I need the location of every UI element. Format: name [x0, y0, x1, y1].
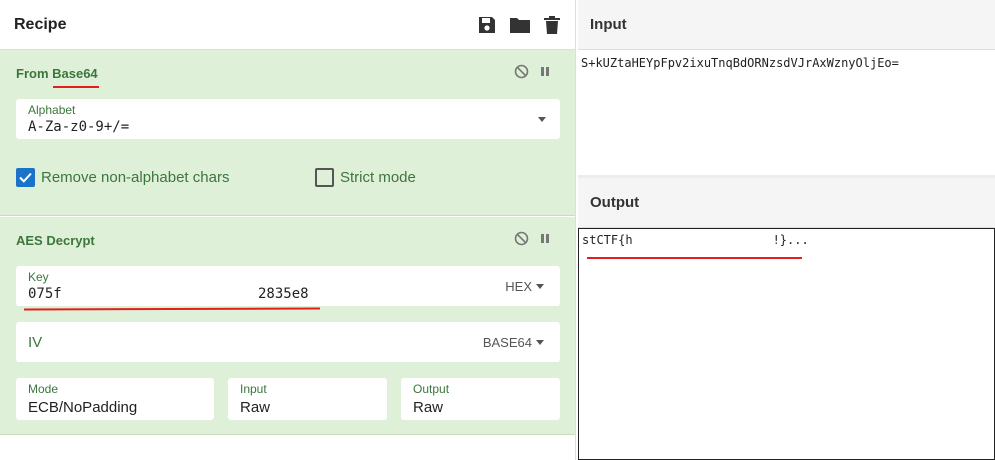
alphabet-select[interactable]: Alphabet A-Za-z0-9+/= [16, 99, 560, 139]
aes-decrypt-operation[interactable]: AES Decrypt Key 075f 2835e8 HEX IV BASE6… [0, 217, 575, 435]
checkbox-checked-icon[interactable] [16, 168, 35, 187]
checkbox-unchecked-icon[interactable] [315, 168, 334, 187]
recipe-toolbar [477, 15, 561, 35]
output-header: Output [578, 178, 995, 228]
output-pane: Output stCTF{h!}... [578, 178, 995, 460]
cyberchef-app: Recipe From Base64 Alphabet A-Za-z0-9+/=… [0, 0, 995, 460]
annotation-underline [23, 307, 321, 311]
key-input[interactable]: Key 075f 2835e8 HEX [16, 266, 560, 306]
op-title-name: Base64 [52, 66, 98, 81]
aes-decrypt-title: AES Decrypt [16, 233, 95, 248]
output-format-value: Raw [413, 399, 444, 416]
output-textarea[interactable]: stCTF{h!}... [578, 228, 995, 460]
key-value-end: 2835e8 [258, 286, 309, 302]
iv-input[interactable]: IV BASE64 [16, 322, 560, 362]
iv-label: IV [28, 334, 43, 351]
output-text-end: !}... [772, 233, 809, 247]
save-icon[interactable] [477, 15, 497, 35]
key-encoding-label: HEX [505, 279, 532, 294]
remove-non-alphabet-label: Remove non-alphabet chars [41, 169, 230, 186]
pause-icon[interactable] [539, 65, 551, 83]
iv-encoding-dropdown[interactable]: BASE64 [483, 335, 544, 350]
chevron-down-icon [536, 284, 544, 289]
from-base64-title: From Base64 [16, 66, 98, 81]
key-label: Key [28, 270, 49, 284]
output-format-select[interactable]: Output Raw [401, 378, 560, 420]
input-title: Input [590, 16, 627, 33]
from-base64-operation[interactable]: From Base64 Alphabet A-Za-z0-9+/= Remove… [0, 50, 575, 216]
iv-encoding-label: BASE64 [482, 335, 532, 350]
input-format-value: Raw [240, 399, 271, 416]
alphabet-label: Alphabet [28, 103, 76, 117]
pause-icon[interactable] [539, 232, 551, 250]
chevron-down-icon [538, 117, 546, 122]
chevron-down-icon [536, 340, 544, 345]
op-title-prefix: From [16, 66, 53, 81]
strict-mode-label: Strict mode [340, 169, 416, 186]
input-format-select[interactable]: Input Raw [228, 378, 387, 420]
output-text: stCTF{h!}... [579, 229, 994, 251]
folder-icon[interactable] [509, 15, 531, 35]
op-controls [514, 64, 551, 84]
annotation-underline [587, 257, 802, 259]
input-textarea[interactable]: S+kUZtaHEYpFpv2ixuTnqBdORNzsdVJrAxWznyOl… [578, 50, 995, 76]
mode-value: ECB/NoPadding [28, 399, 138, 416]
key-value-start: 075f [28, 286, 62, 302]
strict-mode-checkbox[interactable]: Strict mode [315, 168, 416, 187]
input-header: Input [578, 0, 995, 50]
alphabet-value: A-Za-z0-9+/= [28, 119, 130, 135]
recipe-pane: Recipe From Base64 Alphabet A-Za-z0-9+/=… [0, 0, 576, 460]
mode-label: Mode [28, 382, 59, 396]
annotation-underline [53, 86, 99, 88]
remove-non-alphabet-checkbox[interactable]: Remove non-alphabet chars [16, 168, 229, 187]
input-pane: Input S+kUZtaHEYpFpv2ixuTnqBdORNzsdVJrAx… [578, 0, 995, 175]
op-controls [514, 231, 551, 251]
recipe-title: Recipe [14, 15, 67, 33]
output-title: Output [590, 194, 640, 211]
output-format-label: Output [413, 382, 450, 396]
trash-icon[interactable] [543, 15, 561, 35]
disable-icon[interactable] [514, 231, 529, 251]
disable-icon[interactable] [514, 64, 529, 84]
input-format-label: Input [240, 382, 267, 396]
recipe-header: Recipe [0, 0, 575, 50]
mode-select[interactable]: Mode ECB/NoPadding [16, 378, 214, 420]
key-encoding-dropdown[interactable]: HEX [505, 279, 544, 294]
output-text-start: stCTF{h [582, 233, 633, 247]
